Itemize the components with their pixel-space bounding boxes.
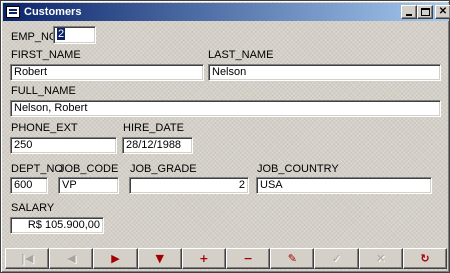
nav-first-button[interactable]: |◀ xyxy=(5,248,50,269)
salary-field[interactable]: R$ 105.900,00 xyxy=(10,217,104,234)
maximize-button[interactable] xyxy=(417,5,433,19)
nav-post-button[interactable]: ✓ xyxy=(314,248,359,269)
emp-no-label: EMP_NO xyxy=(11,31,58,43)
phone-ext-label: PHONE_EXT xyxy=(11,122,78,134)
nav-insert-button[interactable]: + xyxy=(181,248,227,269)
hire-date-label: HIRE_DATE xyxy=(123,122,184,134)
window-title: Customers xyxy=(24,6,82,18)
first-name-field[interactable]: Robert xyxy=(10,64,204,81)
nav-edit-button[interactable]: ✎ xyxy=(270,248,315,269)
salary-label: SALARY xyxy=(11,202,55,214)
nav-next-button[interactable]: ▶ xyxy=(93,248,138,269)
first-record-icon: |◀ xyxy=(20,252,34,265)
nav-last-button[interactable]: ▼ xyxy=(137,248,182,269)
maximize-icon xyxy=(420,8,430,16)
nav-refresh-button[interactable]: ↻ xyxy=(402,248,448,269)
prior-record-icon: ◀ xyxy=(67,252,76,265)
delete-record-icon: − xyxy=(243,252,253,265)
edit-record-icon: ✎ xyxy=(287,252,297,265)
insert-record-icon: + xyxy=(199,252,209,265)
last-name-field[interactable]: Nelson xyxy=(208,64,441,81)
job-country-field[interactable]: USA xyxy=(256,177,432,194)
next-record-icon: ▶ xyxy=(111,252,120,265)
cancel-edit-icon: ✕ xyxy=(376,252,386,265)
hire-date-field[interactable]: 28/12/1988 xyxy=(122,137,193,154)
customers-window: Customers ✕ EMP_NO 2 FIRST_NAME Robert L… xyxy=(0,0,450,273)
full-name-label: FULL_NAME xyxy=(11,85,76,97)
job-code-field[interactable]: VP xyxy=(58,177,119,194)
minimize-button[interactable] xyxy=(401,5,417,19)
nav-delete-button[interactable]: − xyxy=(226,248,271,269)
emp-no-field[interactable]: 2 xyxy=(53,26,96,44)
job-country-label: JOB_COUNTRY xyxy=(257,163,339,175)
job-grade-field[interactable]: 2 xyxy=(129,177,249,194)
full-name-field[interactable]: Nelson, Robert xyxy=(10,100,441,117)
db-navigator: |◀ ◀ ▶ ▼ + − ✎ ✓ ✕ ↻ xyxy=(5,248,448,269)
job-code-label: JOB_CODE xyxy=(59,163,119,175)
dept-no-label: DEPT_NO xyxy=(11,163,63,175)
form-icon xyxy=(6,6,20,18)
phone-ext-field[interactable]: 250 xyxy=(10,137,117,154)
close-icon: ✕ xyxy=(438,6,448,17)
post-edit-icon: ✓ xyxy=(331,252,342,265)
title-bar[interactable]: Customers ✕ xyxy=(3,3,450,21)
refresh-data-icon: ↻ xyxy=(420,252,430,265)
first-name-label: FIRST_NAME xyxy=(11,49,81,61)
job-grade-label: JOB_GRADE xyxy=(130,163,197,175)
nav-cancel-button[interactable]: ✕ xyxy=(358,248,403,269)
last-name-label: LAST_NAME xyxy=(208,49,274,61)
close-button[interactable]: ✕ xyxy=(435,5,450,19)
nav-prior-button[interactable]: ◀ xyxy=(49,248,94,269)
minimize-icon xyxy=(406,14,412,16)
dept-no-field[interactable]: 600 xyxy=(10,177,48,194)
last-record-icon: ▼ xyxy=(155,252,164,265)
